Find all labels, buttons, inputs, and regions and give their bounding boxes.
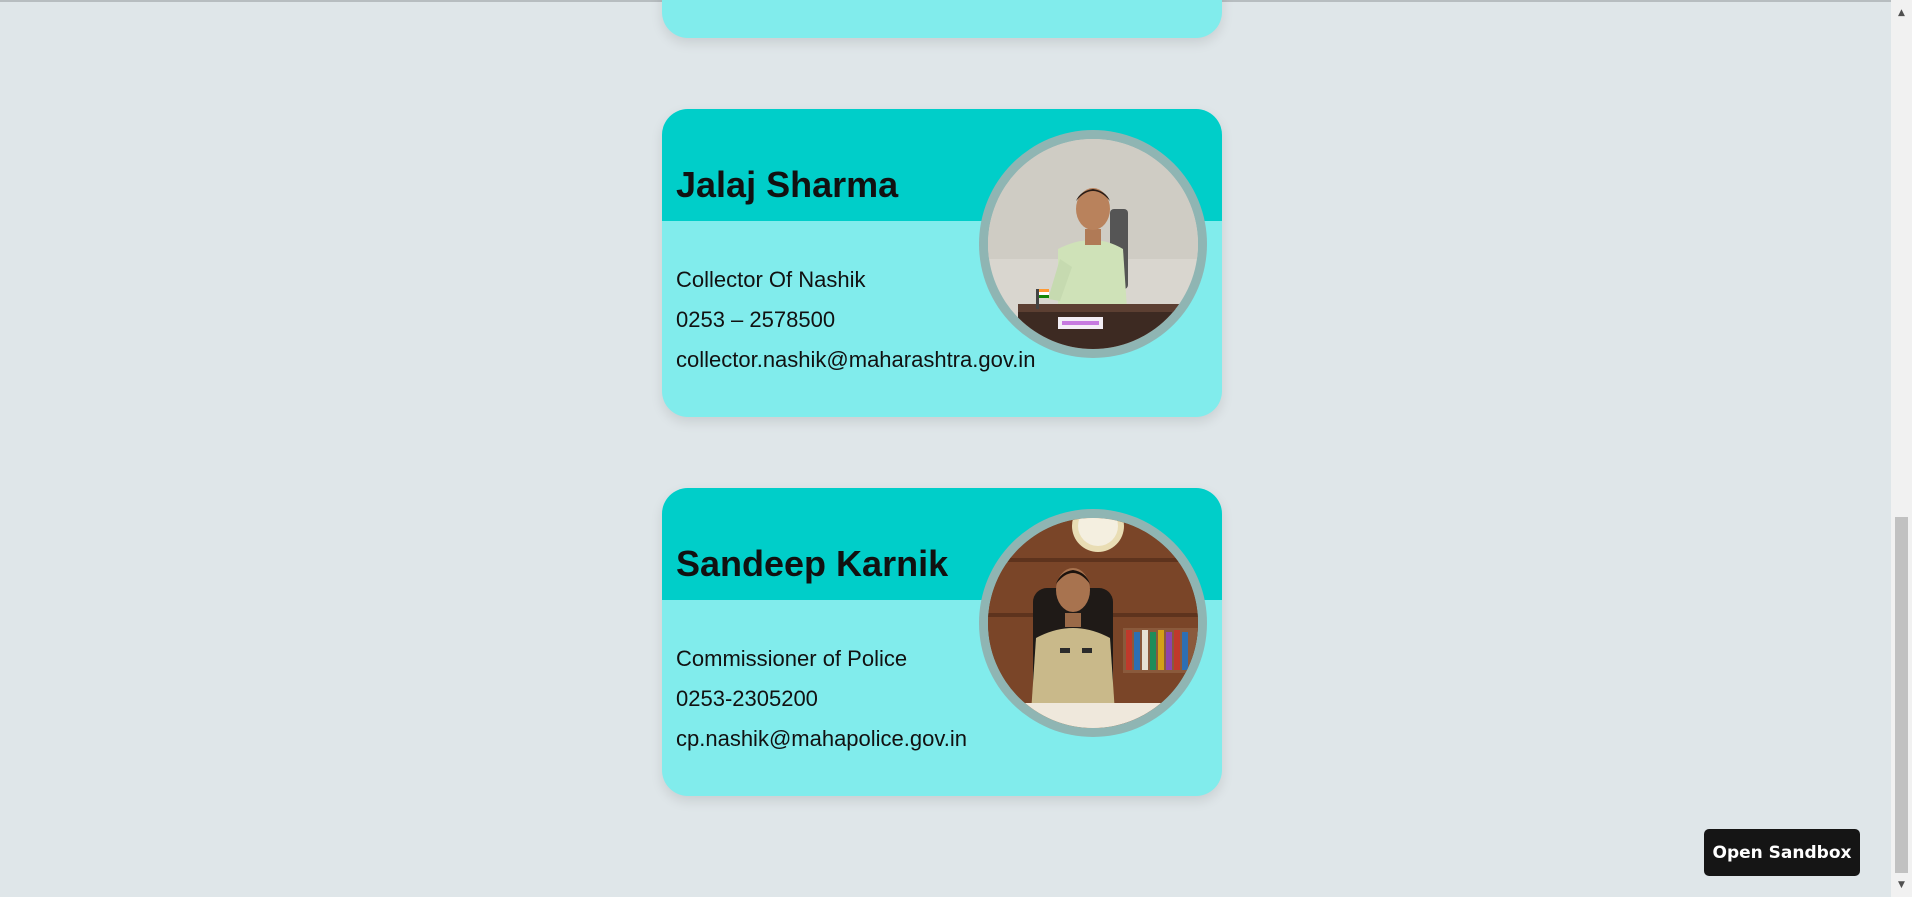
contact-email: collector.nashik@maharashtra.gov.in: [676, 347, 1036, 372]
contact-card-partial: [662, 0, 1222, 38]
contact-card: Sandeep Karnik Commissioner of Police 02…: [662, 488, 1222, 796]
contact-photo: [979, 130, 1207, 358]
contact-card: Jalaj Sharma Collector Of Nashik 0253 – …: [662, 109, 1222, 417]
contact-email: cp.nashik@mahapolice.gov.in: [676, 726, 967, 751]
contact-name: Jalaj Sharma: [676, 164, 899, 205]
scroll-down-arrow-icon[interactable]: ▼: [1891, 876, 1912, 893]
scroll-up-arrow-icon[interactable]: ▲: [1891, 4, 1912, 21]
scrollbar-thumb[interactable]: [1895, 517, 1908, 873]
contact-name: Sandeep Karnik: [676, 543, 949, 584]
contact-photo: [979, 509, 1207, 737]
person-photo-icon: [988, 518, 1198, 728]
contact-role: Commissioner of Police: [676, 646, 908, 671]
open-sandbox-button[interactable]: Open Sandbox: [1704, 829, 1860, 876]
person-photo-icon: [988, 139, 1198, 349]
vertical-scrollbar[interactable]: ▲ ▼: [1891, 0, 1912, 897]
contact-phone: 0253-2305200: [676, 686, 818, 711]
contact-phone: 0253 – 2578500: [676, 307, 836, 332]
contact-role: Collector Of Nashik: [676, 267, 866, 292]
